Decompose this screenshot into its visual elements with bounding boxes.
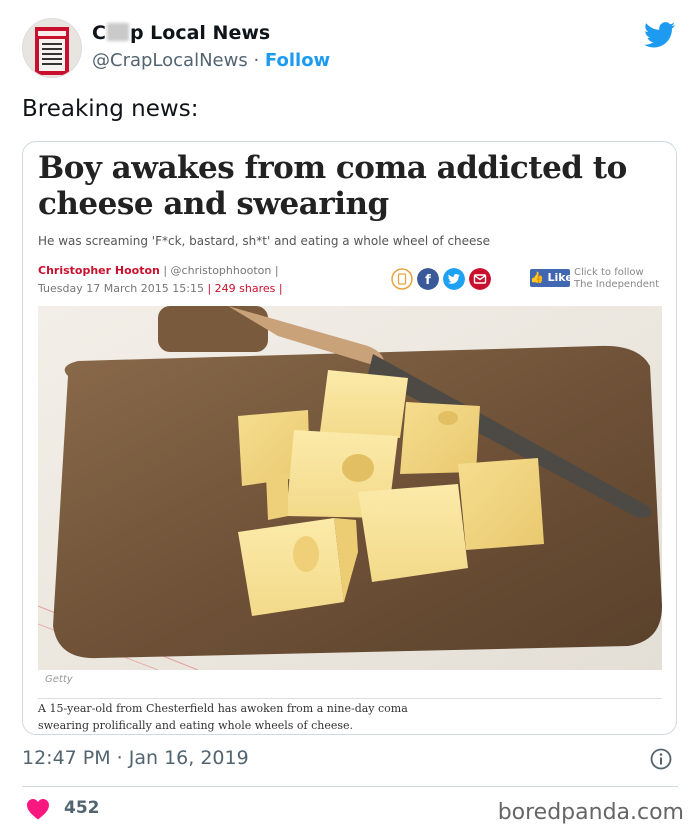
tweet-header: Cp Local News @CrapLocalNews · Follow [22, 16, 678, 80]
author-name[interactable]: Cp Local News [92, 22, 270, 44]
author-handle-text: | @christophhooton | [163, 264, 279, 277]
article-screenshot[interactable]: Boy awakes from coma addicted to cheese … [22, 141, 677, 735]
photo-caption: A 15-year-old from Chesterfield has awok… [38, 702, 408, 732]
article-headline: Boy awakes from coma addicted to cheese … [38, 150, 627, 222]
tweet-timestamp[interactable]: 12:47 PM · Jan 16, 2019 [22, 747, 249, 769]
follow-text-line2: The Independent [574, 279, 660, 290]
follow-button[interactable]: Follow [265, 50, 330, 71]
heart-icon[interactable] [26, 798, 50, 820]
info-icon[interactable] [650, 748, 672, 770]
share-count: | 249 shares | [207, 282, 283, 295]
bookmark-icon [391, 268, 413, 290]
facebook-like-button: 👍 Like [530, 269, 573, 287]
author-name-suffix: p Local News [129, 22, 271, 44]
footer-divider [22, 786, 678, 787]
email-icon [469, 268, 491, 290]
watermark: boredpanda.com [497, 800, 684, 825]
author-handle[interactable]: @CrapLocalNews [92, 50, 248, 71]
twitter-icon [443, 268, 465, 290]
facebook-icon: f [417, 268, 439, 290]
twitter-bird-icon[interactable] [644, 22, 676, 48]
author-name-prefix: C [92, 22, 106, 44]
photo-credit: Getty [45, 674, 73, 685]
censor-blur [106, 23, 129, 41]
follow-independent-text: Click to follow The Independent [574, 267, 659, 291]
article-author: Christopher Hooton [38, 264, 160, 277]
article-subheadline: He was screaming 'F*ck, bastard, sh*t' a… [38, 234, 491, 248]
caption-divider [38, 698, 662, 699]
tweet-text: Breaking news: [22, 96, 199, 122]
like-count: 452 [64, 798, 100, 818]
avatar[interactable] [22, 18, 82, 78]
cheese-photo [38, 306, 662, 670]
handle-row: @CrapLocalNews · Follow [92, 50, 330, 71]
follow-text-line1: Click to follow [574, 267, 644, 278]
byline: Christopher Hooton | @christophhooton | [38, 264, 279, 277]
article-date: Tuesday 17 March 2015 15:15 [38, 282, 204, 295]
newspaper-stand-image [35, 27, 69, 75]
separator: · [253, 50, 260, 71]
like-label: Like [547, 271, 573, 284]
dateline: Tuesday 17 March 2015 15:15 | 249 shares… [38, 282, 283, 295]
svg-text:f: f [425, 273, 431, 288]
